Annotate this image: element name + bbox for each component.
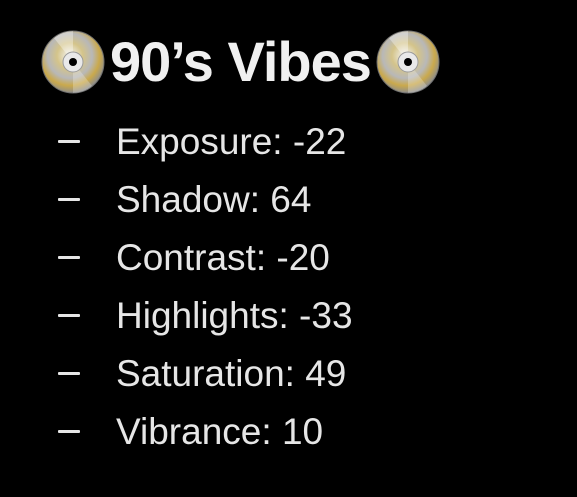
dash-bullet bbox=[58, 255, 80, 259]
setting-label: Highlights: bbox=[116, 294, 289, 336]
setting-row-shadow: Shadow: 64 bbox=[58, 170, 353, 228]
setting-row-contrast: Contrast: -20 bbox=[58, 228, 353, 286]
setting-label: Contrast: bbox=[116, 236, 267, 278]
setting-label: Exposure: bbox=[116, 120, 283, 162]
setting-label: Saturation: bbox=[116, 352, 295, 394]
setting-row-highlights: Highlights: -33 bbox=[58, 286, 353, 344]
page-title: 90’s Vibes bbox=[110, 30, 372, 93]
setting-row-vibrance: Vibrance: 10 bbox=[58, 402, 353, 460]
setting-value: 10 bbox=[281, 410, 324, 452]
dash-bullet bbox=[58, 429, 80, 433]
optical-disc-icon bbox=[376, 30, 440, 94]
setting-label: Shadow: bbox=[116, 178, 260, 220]
setting-value: -22 bbox=[292, 120, 347, 162]
dash-bullet bbox=[58, 197, 80, 201]
preset-card: 90’s Vibes Exposure: -22 Shadow: 64 Cont… bbox=[0, 0, 577, 497]
title-row: 90’s Vibes bbox=[40, 22, 441, 102]
optical-disc-icon bbox=[41, 30, 105, 94]
setting-value: -33 bbox=[299, 294, 353, 336]
setting-label: Vibrance: bbox=[116, 410, 272, 452]
settings-list: Exposure: -22 Shadow: 64 Contrast: -20 H… bbox=[58, 112, 353, 460]
setting-row-exposure: Exposure: -22 bbox=[58, 112, 353, 170]
setting-value: 64 bbox=[270, 178, 312, 220]
dash-bullet bbox=[58, 313, 80, 317]
dash-bullet bbox=[58, 371, 80, 375]
setting-value: 49 bbox=[305, 352, 347, 394]
setting-row-saturation: Saturation: 49 bbox=[58, 344, 353, 402]
dash-bullet bbox=[58, 139, 80, 143]
setting-value: -20 bbox=[276, 236, 330, 278]
